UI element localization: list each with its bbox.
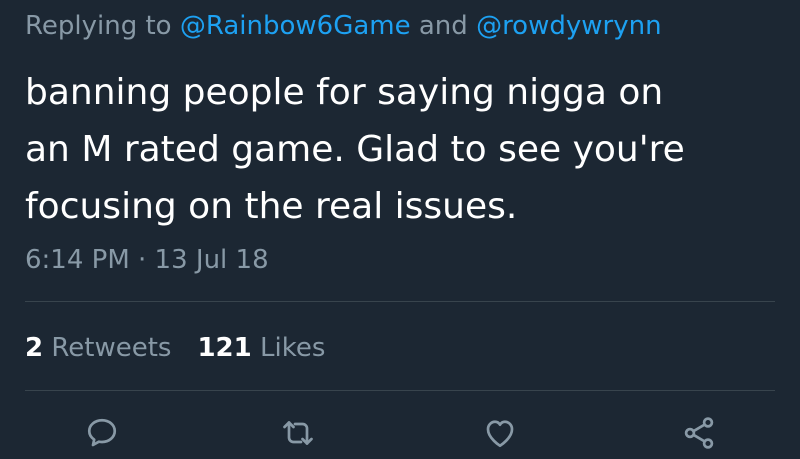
- likes-stat[interactable]: 121 Likes: [197, 328, 325, 368]
- tweet-stats: 2 Retweets 121 Likes: [25, 328, 325, 368]
- reply-prefix: Replying to: [25, 11, 172, 41]
- share-button[interactable]: [677, 415, 721, 459]
- reply-conjunction: and: [418, 11, 468, 41]
- mention-link-rainbow6game[interactable]: @Rainbow6Game: [180, 11, 411, 41]
- tweet-text: banning people for saying nigga on an M …: [25, 64, 785, 235]
- share-icon: [684, 417, 714, 449]
- retweet-icon: [283, 421, 313, 445]
- reply-context: Replying to @Rainbow6Game and @rowdywryn…: [25, 6, 662, 46]
- mention-link-rowdywrynn[interactable]: @rowdywrynn: [476, 11, 661, 41]
- tweet-text-line: banning people for saying nigga on: [25, 72, 664, 113]
- tweet-timestamp[interactable]: 6:14 PM · 13 Jul 18: [25, 240, 269, 280]
- retweets-stat[interactable]: 2 Retweets: [25, 328, 171, 368]
- heart-icon: [486, 420, 514, 448]
- tweet-text-line: focusing on the real issues.: [25, 186, 518, 227]
- retweets-count: 2: [25, 333, 44, 363]
- reply-icon: [87, 418, 117, 447]
- retweet-button[interactable]: [276, 415, 320, 459]
- divider: [25, 390, 775, 391]
- likes-count: 121: [197, 333, 252, 363]
- divider: [25, 301, 775, 302]
- like-button[interactable]: [478, 415, 522, 459]
- reply-button[interactable]: [80, 415, 124, 459]
- retweets-label: Retweets: [51, 333, 172, 363]
- likes-label: Likes: [260, 333, 326, 363]
- tweet-text-line: an M rated game. Glad to see you're: [25, 129, 685, 170]
